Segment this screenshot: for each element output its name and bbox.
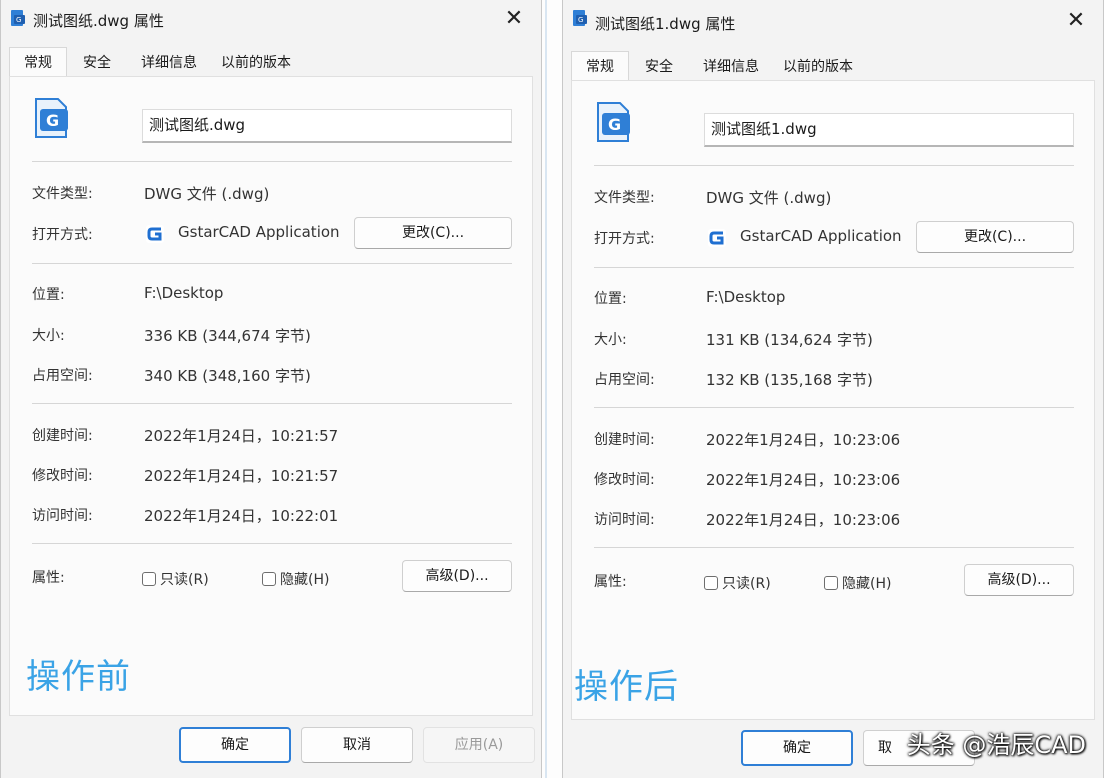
change-button[interactable]: 更改(C)... <box>916 221 1074 253</box>
dwg-file-icon: G <box>35 98 68 138</box>
hidden-checkbox[interactable]: 隐藏(H) <box>262 569 329 589</box>
dwg-file-icon: G <box>573 10 587 26</box>
separator <box>542 0 562 778</box>
hidden-label: 隐藏(H) <box>280 572 330 588</box>
general-panel: G 测试图纸1.dwg 文件类型: DWG 文件 (.dwg) 打开方式: Gs… <box>571 80 1095 720</box>
apply-button[interactable]: 应用(A) <box>423 727 535 763</box>
hidden-label: 隐藏(H) <box>842 576 892 592</box>
tab-previous-versions[interactable]: 以前的版本 <box>783 52 853 80</box>
filename-input[interactable]: 测试图纸.dwg <box>142 109 512 143</box>
readonly-label: 只读(R) <box>160 572 209 588</box>
tab-strip: 常规 安全 详细信息 以前的版本 <box>571 51 1091 81</box>
gstarcad-icon <box>708 229 726 247</box>
divider <box>594 407 1074 408</box>
checkbox-box[interactable] <box>142 572 156 586</box>
modified-label: 修改时间: <box>594 472 655 488</box>
divider <box>32 263 512 264</box>
size-label: 大小: <box>594 332 627 348</box>
dwg-file-icon: G <box>597 102 630 142</box>
modified-value: 2022年1月24日，10:21:57 <box>144 467 339 485</box>
close-icon[interactable]: ✕ <box>1063 8 1089 34</box>
readonly-checkbox[interactable]: 只读(R) <box>704 573 771 593</box>
modified-value: 2022年1月24日，10:23:06 <box>706 471 901 489</box>
accessed-value: 2022年1月24日，10:23:06 <box>706 511 901 529</box>
created-label: 创建时间: <box>594 432 655 448</box>
tab-details[interactable]: 详细信息 <box>703 52 759 80</box>
readonly-checkbox[interactable]: 只读(R) <box>142 569 209 589</box>
open-with-label: 打开方式: <box>594 231 655 247</box>
properties-dialog-after: G 测试图纸1.dwg 属性 ✕ 常规 安全 详细信息 以前的版本 G 测试图纸… <box>562 0 1104 778</box>
ok-button[interactable]: 确定 <box>741 730 853 766</box>
accessed-label: 访问时间: <box>32 508 93 524</box>
open-with-value: GstarCAD Application <box>740 227 902 245</box>
caption-before: 操作前 <box>26 657 131 697</box>
dwg-file-icon: G <box>11 10 25 26</box>
svg-text:G: G <box>46 111 59 130</box>
accessed-value: 2022年1月24日，10:22:01 <box>144 507 339 525</box>
file-type-label: 文件类型: <box>32 186 93 202</box>
size-on-disk-value: 340 KB (348,160 字节) <box>144 367 311 385</box>
accessed-label: 访问时间: <box>594 512 655 528</box>
attributes-label: 属性: <box>32 570 65 586</box>
location-value: F:\Desktop <box>706 288 786 306</box>
created-value: 2022年1月24日，10:21:57 <box>144 427 339 445</box>
cancel-button[interactable]: 取消 <box>301 727 413 763</box>
advanced-button[interactable]: 高级(D)... <box>402 560 512 592</box>
open-with-label: 打开方式: <box>32 227 93 243</box>
divider <box>32 161 512 162</box>
caption-after: 操作后 <box>574 667 679 707</box>
tab-strip: 常规 安全 详细信息 以前的版本 <box>9 47 529 77</box>
ok-button[interactable]: 确定 <box>179 727 291 763</box>
location-value: F:\Desktop <box>144 284 224 302</box>
size-value: 336 KB (344,674 字节) <box>144 327 311 345</box>
size-on-disk-label: 占用空间: <box>594 372 655 388</box>
general-panel: G 测试图纸.dwg 文件类型: DWG 文件 (.dwg) 打开方式: Gst… <box>9 76 533 716</box>
size-on-disk-value: 132 KB (135,168 字节) <box>706 371 873 389</box>
title-bar: G 测试图纸.dwg 属性 ✕ <box>1 0 541 38</box>
tab-general[interactable]: 常规 <box>571 51 629 81</box>
readonly-label: 只读(R) <box>722 576 771 592</box>
divider <box>594 547 1074 548</box>
open-with-value: GstarCAD Application <box>178 223 340 241</box>
properties-dialog-before: G 测试图纸.dwg 属性 ✕ 常规 安全 详细信息 以前的版本 G 测试图纸.… <box>0 0 542 778</box>
location-label: 位置: <box>594 291 627 307</box>
window-title: 测试图纸1.dwg 属性 <box>595 15 736 33</box>
window-title: 测试图纸.dwg 属性 <box>33 12 164 30</box>
tab-previous-versions[interactable]: 以前的版本 <box>221 48 291 76</box>
svg-text:G: G <box>578 16 583 24</box>
change-button[interactable]: 更改(C)... <box>354 217 512 249</box>
advanced-button[interactable]: 高级(D)... <box>964 564 1074 596</box>
created-value: 2022年1月24日，10:23:06 <box>706 431 901 449</box>
tab-security[interactable]: 安全 <box>645 52 673 80</box>
created-label: 创建时间: <box>32 428 93 444</box>
divider <box>32 543 512 544</box>
checkbox-box[interactable] <box>704 576 718 590</box>
divider <box>32 403 512 404</box>
attributes-label: 属性: <box>594 574 627 590</box>
size-on-disk-label: 占用空间: <box>32 368 93 384</box>
checkbox-box[interactable] <box>262 572 276 586</box>
divider <box>594 165 1074 166</box>
divider <box>594 267 1074 268</box>
tab-general[interactable]: 常规 <box>9 47 67 77</box>
location-label: 位置: <box>32 287 65 303</box>
brand-watermark: 头条 @浩辰CAD <box>906 731 1086 759</box>
checkbox-box[interactable] <box>824 576 838 590</box>
file-type-value: DWG 文件 (.dwg) <box>706 189 832 207</box>
size-label: 大小: <box>32 328 65 344</box>
filename-input[interactable]: 测试图纸1.dwg <box>704 113 1074 147</box>
gstarcad-icon <box>146 225 164 243</box>
file-type-value: DWG 文件 (.dwg) <box>144 185 270 203</box>
modified-label: 修改时间: <box>32 468 93 484</box>
hidden-checkbox[interactable]: 隐藏(H) <box>824 573 891 593</box>
tab-details[interactable]: 详细信息 <box>141 48 197 76</box>
svg-text:G: G <box>16 16 21 24</box>
size-value: 131 KB (134,624 字节) <box>706 331 873 349</box>
svg-text:G: G <box>608 115 621 134</box>
title-bar: G 测试图纸1.dwg 属性 ✕ <box>563 0 1103 38</box>
close-icon[interactable]: ✕ <box>501 6 527 32</box>
tab-security[interactable]: 安全 <box>83 48 111 76</box>
file-type-label: 文件类型: <box>594 190 655 206</box>
